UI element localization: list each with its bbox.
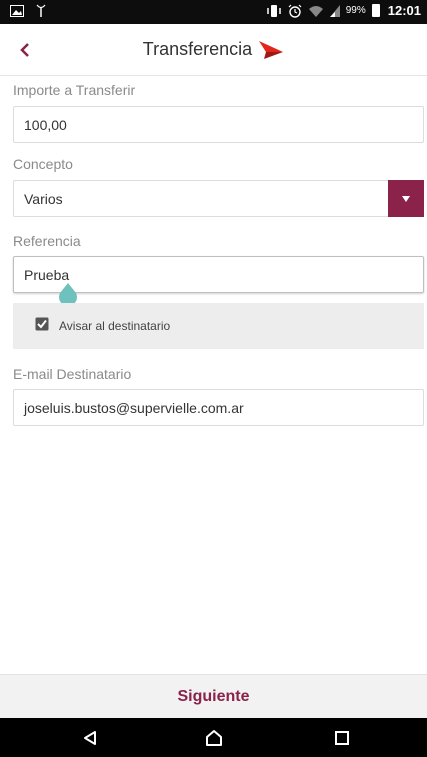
notify-checkbox[interactable] [35,317,49,331]
reference-label: Referencia [13,233,81,249]
email-label: E-mail Destinatario [13,366,132,382]
home-icon [206,730,222,746]
back-triangle-icon [84,731,96,745]
next-button[interactable]: Siguiente [0,674,427,718]
nav-back-button[interactable] [77,726,103,750]
amount-value: 100,00 [24,116,67,133]
notify-label: Avisar al destinatario [59,319,171,333]
alarm-icon [288,4,302,18]
email-value: joseluis.bustos@supervielle.com.ar [24,399,244,416]
battery-percent: 99% [345,5,366,16]
bank-logo-icon [259,40,284,59]
status-bar: 99% 12:01 [0,0,427,24]
battery-icon [371,4,380,17]
system-nav-bar [0,718,427,757]
nav-home-button[interactable] [201,726,227,750]
notify-recipient-row[interactable]: Avisar al destinatario [13,303,424,349]
clock: 12:01 [387,3,421,18]
vibrate-icon [266,4,281,17]
next-label: Siguiente [177,687,250,705]
email-input[interactable]: joseluis.bustos@supervielle.com.ar [13,389,424,426]
amount-label: Importe a Transferir [13,82,136,98]
image-notification-icon [10,4,24,17]
page-title: Transferencia [142,39,253,59]
concept-label: Concepto [13,156,73,172]
recents-square-icon [335,731,349,745]
concept-value: Varios [24,190,63,207]
signal-icon [329,4,340,17]
app-header: Transferencia [0,24,427,76]
caret-down-icon [402,195,410,202]
concept-dropdown-button[interactable] [388,180,424,217]
wifi-icon [308,5,323,17]
antenna-icon [36,4,46,17]
concept-select[interactable]: Varios [13,180,424,217]
nav-recents-button[interactable] [329,726,355,750]
amount-input[interactable]: 100,00 [13,106,424,143]
